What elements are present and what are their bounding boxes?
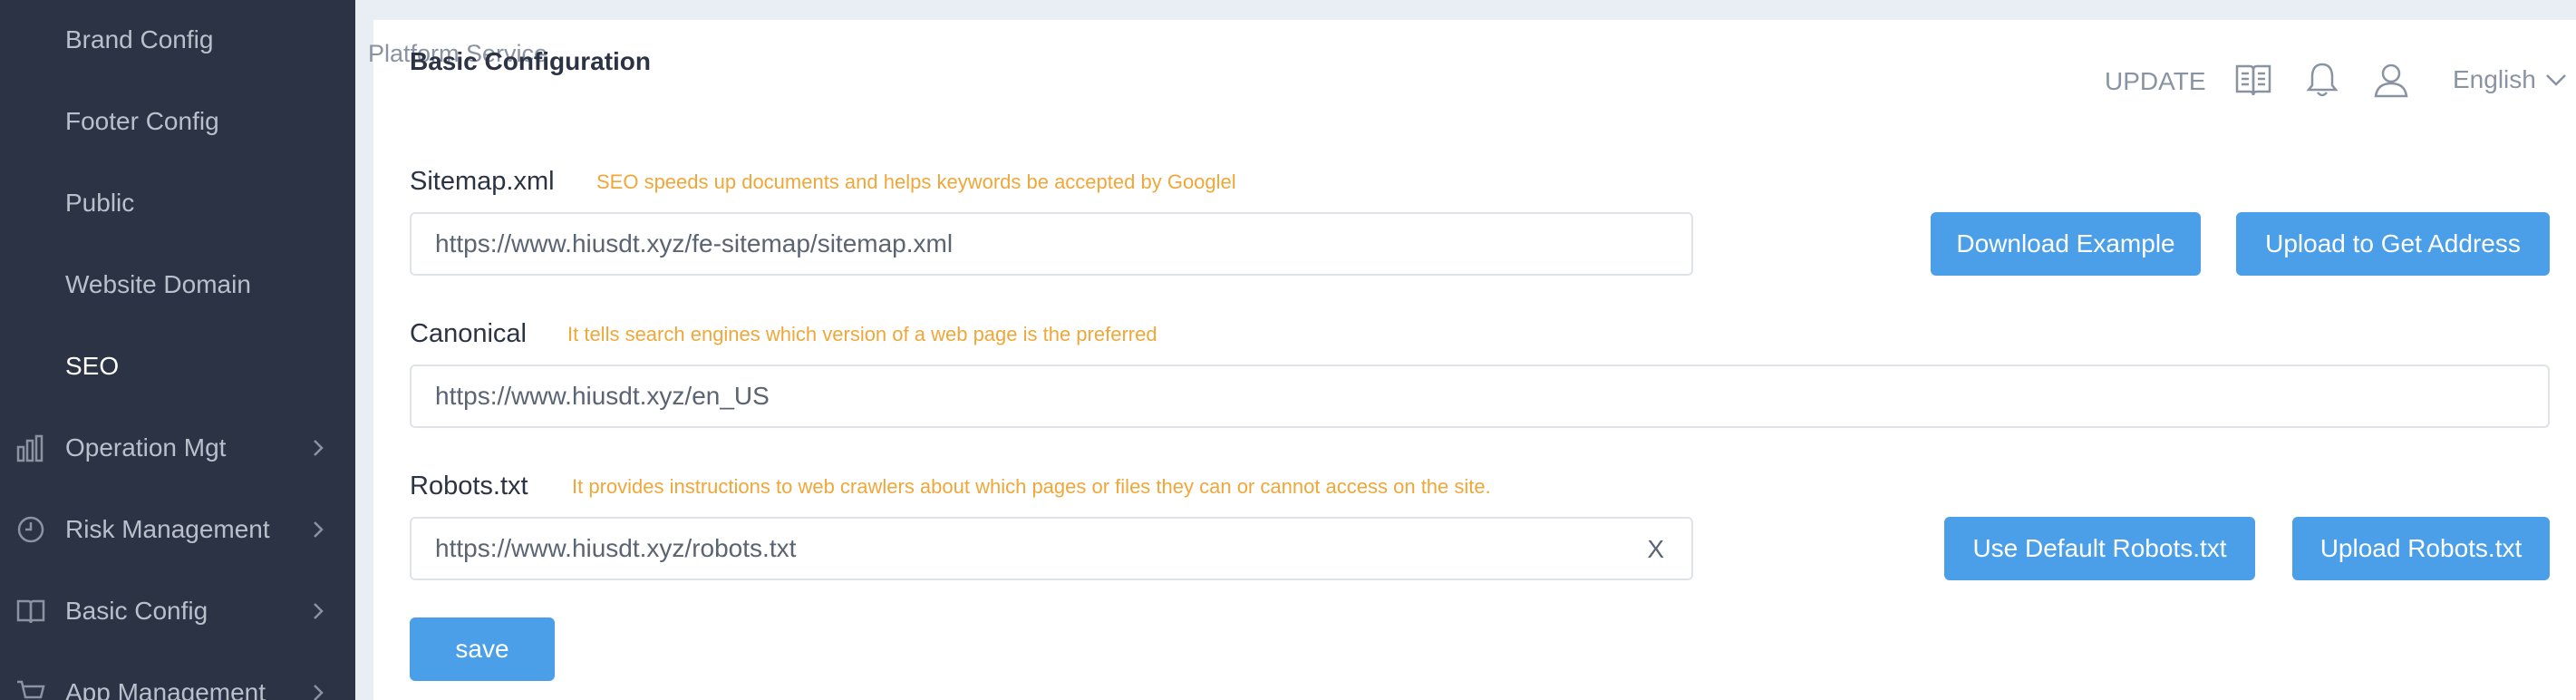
sidebar-item-basic-config[interactable]: Basic Config <box>0 575 355 647</box>
clear-button[interactable]: X <box>1647 535 1664 564</box>
sidebar-item-label: Basic Config <box>65 597 208 625</box>
sidebar-item-label: Public <box>65 189 135 217</box>
sidebar-item-brand-config[interactable]: Brand Config <box>0 4 355 76</box>
robots-label: Robots.txt <box>410 472 528 501</box>
canonical-input-value: https://www.hiusdt.xyz/en_US <box>435 382 770 410</box>
sidebar-item-footer-config[interactable]: Footer Config <box>0 85 355 158</box>
language-selector[interactable]: English <box>2453 65 2567 94</box>
use-default-robots-button[interactable]: Use Default Robots.txt <box>1944 517 2255 580</box>
sitemap-input[interactable]: https://www.hiusdt.xyz/fe-sitemap/sitema… <box>410 212 1693 276</box>
sidebar-item-label: Brand Config <box>65 25 214 53</box>
sitemap-hint: SEO speeds up documents and helps keywor… <box>596 170 1236 193</box>
sidebar-item-label: SEO <box>65 352 120 380</box>
sidebar-item-label: Risk Management <box>65 515 270 543</box>
sidebar-item-app-management[interactable]: App Management <box>0 656 355 700</box>
sidebar-item-operation-mgt[interactable]: Operation Mgt <box>0 412 355 484</box>
canonical-label: Canonical <box>410 319 527 348</box>
chevron-right-icon <box>308 520 328 540</box>
sidebar-item-website-domain[interactable]: Website Domain <box>0 248 355 321</box>
save-button[interactable]: save <box>410 617 555 681</box>
sidebar-item-label: Footer Config <box>65 107 219 135</box>
chevron-right-icon <box>308 438 328 458</box>
chevron-right-icon <box>308 601 328 621</box>
chevron-down-icon <box>2545 69 2567 91</box>
canonical-hint: It tells search engines which version of… <box>567 323 1157 345</box>
robots-input[interactable]: https://www.hiusdt.xyz/robots.txt X <box>410 517 1693 580</box>
update-button[interactable]: UPDATE <box>2105 67 2206 96</box>
sidebar-item-label: Website Domain <box>65 270 251 298</box>
sitemap-label: Sitemap.xml <box>410 167 555 196</box>
chevron-right-icon <box>308 683 328 700</box>
sidebar-item-label: App Management <box>65 678 266 700</box>
robots-input-value: https://www.hiusdt.xyz/robots.txt <box>435 534 797 562</box>
bar-chart-icon <box>15 432 47 464</box>
sitemap-input-value: https://www.hiusdt.xyz/fe-sitemap/sitema… <box>435 229 954 258</box>
upload-robots-button[interactable]: Upload Robots.txt <box>2292 517 2550 580</box>
sidebar-item-label: Operation Mgt <box>65 433 227 462</box>
upload-to-get-address-button[interactable]: Upload to Get Address <box>2236 212 2550 276</box>
sidebar-item-public[interactable]: Public <box>0 167 355 239</box>
download-example-button[interactable]: Download Example <box>1931 212 2201 276</box>
cart-icon <box>15 676 47 700</box>
book-icon[interactable] <box>2233 60 2273 100</box>
page-title: Basic Configuration <box>410 47 652 75</box>
main-panel <box>373 20 2576 700</box>
book-icon <box>15 595 47 627</box>
canonical-input[interactable]: https://www.hiusdt.xyz/en_US <box>410 365 2550 428</box>
sidebar-item-seo[interactable]: SEO <box>0 330 355 403</box>
robots-hint: It provides instructions to web crawlers… <box>572 475 1491 498</box>
bell-icon[interactable] <box>2302 60 2342 100</box>
sidebar-item-risk-management[interactable]: Risk Management <box>0 493 355 566</box>
user-icon[interactable] <box>2371 60 2411 100</box>
sidebar: Brand Config Footer Config Public Websit… <box>0 0 355 700</box>
clock-icon <box>15 513 47 546</box>
language-label: English <box>2453 65 2536 93</box>
